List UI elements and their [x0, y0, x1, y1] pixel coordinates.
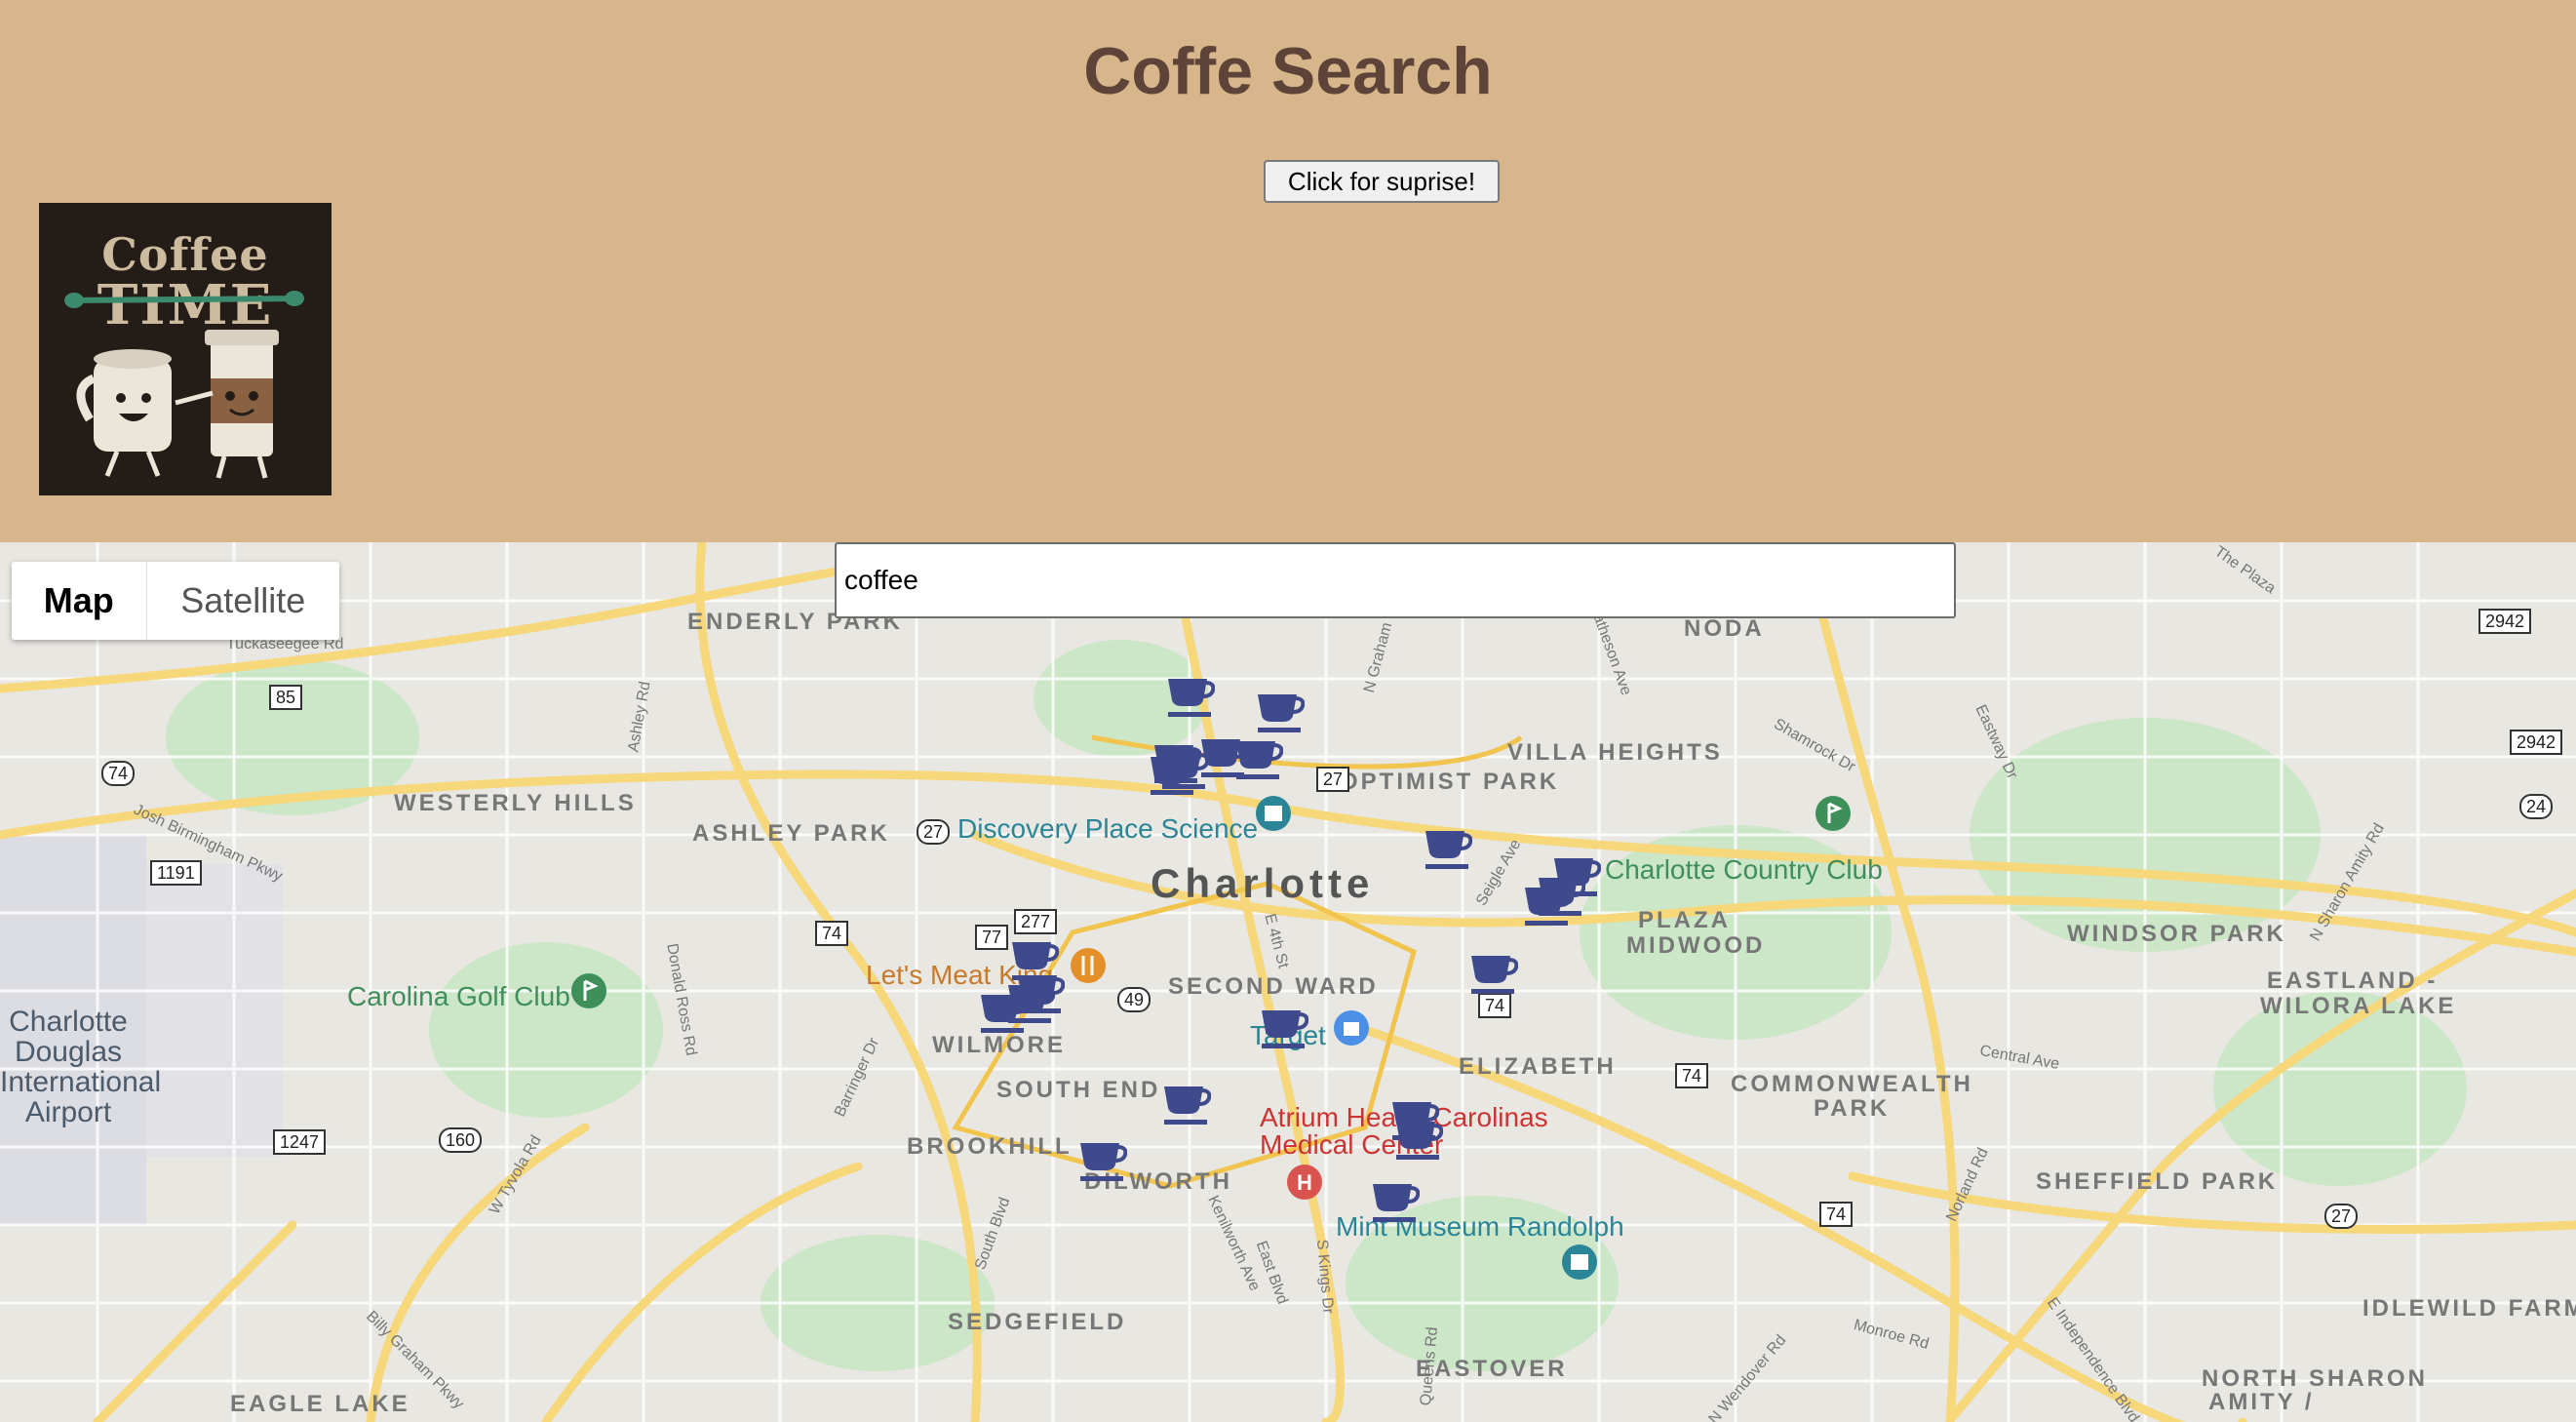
neighborhood-label: WILMORE — [932, 1032, 1066, 1058]
coffee-cup-icon[interactable] — [1254, 691, 1305, 735]
logo-illustration — [64, 291, 304, 479]
neighborhood-label: SEDGEFIELD — [948, 1309, 1127, 1335]
restaurant-icon — [1071, 948, 1106, 983]
airport-label-line: Douglas — [14, 1036, 123, 1068]
route-shield: 27 — [1316, 767, 1350, 792]
svg-text:H: H — [1297, 1170, 1312, 1195]
route-shield: 74 — [1819, 1202, 1854, 1227]
neighborhood-label: EASTLAND - — [2267, 968, 2439, 994]
map-type-map-button[interactable]: Map — [12, 562, 146, 640]
route-shield: 24 — [2519, 794, 2554, 819]
route-shield: 85 — [269, 685, 303, 710]
place-label[interactable]: Charlotte Country Club — [1605, 854, 1883, 886]
neighborhood-label: SOUTH END — [996, 1077, 1161, 1103]
neighborhood-label: AMITY / — [2208, 1389, 2315, 1415]
neighborhood-label: IDLEWILD FARM — [2362, 1295, 2576, 1322]
map-type-satellite-button[interactable]: Satellite — [145, 562, 339, 640]
search-input[interactable] — [835, 542, 1956, 618]
coffee-cup-icon[interactable] — [1232, 737, 1283, 782]
hospital-icon: H — [1287, 1165, 1322, 1200]
route-shield: 1191 — [150, 860, 202, 886]
map-type-control: Map Satellite — [12, 562, 339, 640]
coffee-cup-icon[interactable] — [1160, 1083, 1211, 1127]
map-view[interactable]: ENDERLY PARK NODA VILLA HEIGHTS OPTIMIST… — [0, 542, 2576, 1422]
airport-label-line: Charlotte — [9, 1006, 128, 1038]
neighborhood-label: WILORA LAKE — [2260, 993, 2457, 1019]
neighborhood-label: WINDSOR PARK — [2067, 921, 2286, 947]
airport-label: Charlotte Douglas International Airport — [0, 1006, 162, 1128]
neighborhood-label: OPTIMIST PARK — [1340, 769, 1560, 795]
coffee-cup-icon[interactable] — [1392, 1118, 1443, 1163]
neighborhood-label: COMMONWEALTH — [1731, 1071, 1973, 1097]
golf-icon — [1815, 796, 1851, 831]
coffee-time-logo: Coffee TIME — [39, 203, 332, 495]
airport-label-line: Airport — [24, 1096, 112, 1128]
route-shield: 1247 — [273, 1129, 327, 1155]
route-shield: 27 — [917, 819, 951, 845]
place-label[interactable]: Discovery Place Science — [957, 813, 1258, 845]
city-label: Charlotte — [1151, 860, 1375, 906]
route-shield: 2942 — [2478, 609, 2532, 634]
neighborhood-label: MIDWOOD — [1626, 932, 1766, 959]
neighborhood-label: WESTERLY HILLS — [394, 790, 637, 816]
coffee-cup-icon[interactable] — [1521, 884, 1572, 928]
neighborhood-label: ASHLEY PARK — [692, 820, 890, 847]
coffee-cup-icon[interactable] — [1004, 981, 1055, 1026]
route-shield: 74 — [101, 761, 136, 786]
coffee-cup-icon[interactable] — [1147, 753, 1197, 798]
coffee-cup-icon[interactable] — [1422, 827, 1472, 872]
shopping-icon — [1334, 1010, 1369, 1046]
route-shield: 27 — [2324, 1204, 2359, 1229]
route-shield: 160 — [439, 1127, 483, 1153]
neighborhood-label: SHEFFIELD PARK — [2036, 1168, 2279, 1195]
neighborhood-label: EAGLE LAKE — [230, 1391, 410, 1417]
museum-icon — [1256, 796, 1291, 831]
route-shield: 2942 — [2510, 730, 2563, 755]
neighborhood-label: PARK — [1814, 1095, 1891, 1122]
route-shield: 277 — [1014, 909, 1058, 934]
neighborhood-label: SECOND WARD — [1168, 973, 1379, 1000]
coffee-cup-icon[interactable] — [1467, 952, 1518, 997]
neighborhood-label: BROOKHILL — [907, 1133, 1073, 1160]
route-shield: 74 — [815, 921, 849, 946]
neighborhood-label: ELIZABETH — [1459, 1053, 1617, 1080]
place-label[interactable]: Carolina Golf Club — [347, 981, 570, 1012]
page-header: Coffe Search Click for suprise! Coffee T… — [0, 0, 2576, 542]
museum-icon — [1562, 1244, 1597, 1280]
route-shield: 77 — [975, 925, 1009, 950]
neighborhood-label: VILLA HEIGHTS — [1507, 739, 1723, 766]
route-shield: 49 — [1117, 987, 1151, 1012]
coffee-cup-icon[interactable] — [1164, 675, 1215, 720]
page-title: Coffe Search — [1083, 34, 1493, 108]
airport-label-line: International — [0, 1066, 162, 1098]
coffee-cup-icon[interactable] — [1076, 1139, 1127, 1184]
surprise-button[interactable]: Click for suprise! — [1264, 160, 1500, 203]
coffee-cup-icon[interactable] — [1369, 1180, 1420, 1225]
neighborhood-label: NODA — [1684, 615, 1765, 642]
golf-icon — [571, 973, 606, 1008]
coffee-cup-icon[interactable] — [1258, 1007, 1308, 1051]
neighborhood-label: PLAZA — [1638, 907, 1731, 933]
route-shield: 74 — [1675, 1063, 1709, 1088]
